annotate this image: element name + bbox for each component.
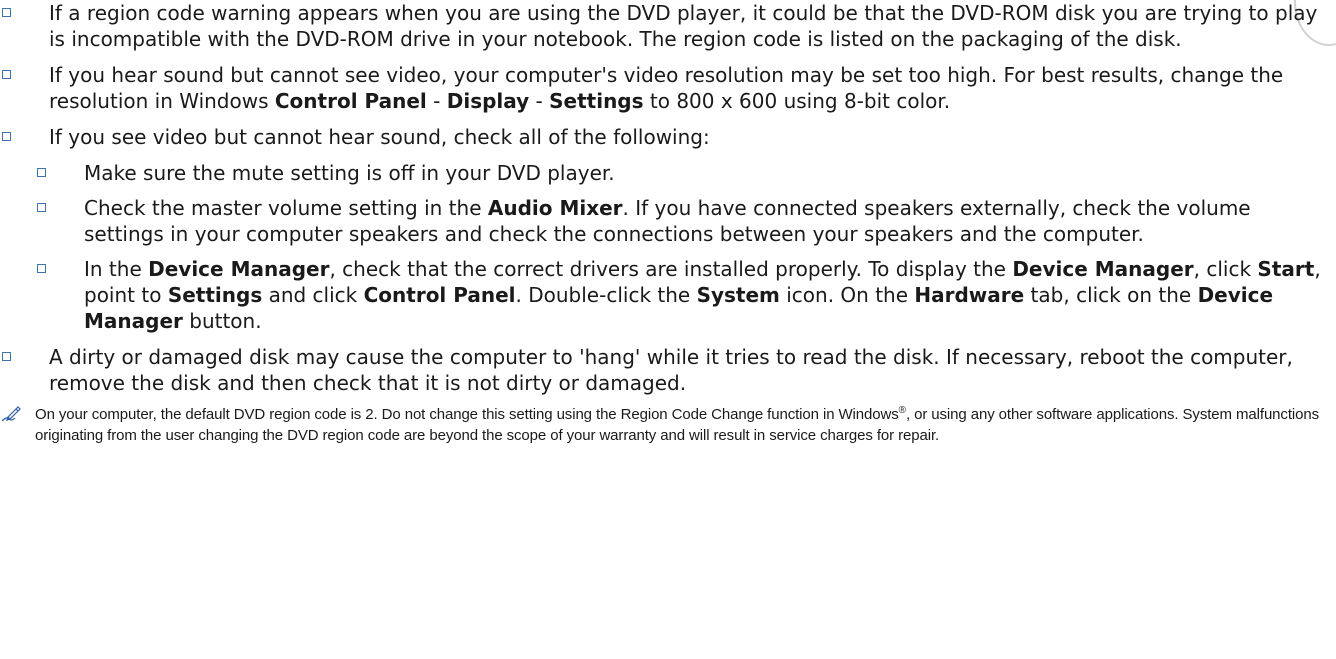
ui-term-system: System xyxy=(696,283,780,307)
checkbox-bullet-icon xyxy=(37,168,46,177)
separator-text: - xyxy=(529,89,550,113)
sub-list-item-text: icon. On the xyxy=(779,283,915,307)
sub-list: Make sure the mute setting is off in you… xyxy=(35,160,1332,334)
pencil-note-icon xyxy=(1,406,21,422)
ui-term-start: Start xyxy=(1257,257,1315,281)
registered-mark: ® xyxy=(898,405,906,416)
ui-term-control-panel: Control Panel xyxy=(363,283,516,307)
checkbox-bullet-icon xyxy=(37,264,46,273)
ui-term-display: Display xyxy=(446,89,530,113)
ui-term-settings: Settings xyxy=(167,283,263,307)
sub-list-item-text: button. xyxy=(182,309,262,333)
sub-list-item-text: , click xyxy=(1193,257,1258,281)
ui-term-control-panel: Control Panel xyxy=(274,89,427,113)
sub-list-item-text: Make sure the mute setting is off in you… xyxy=(84,161,615,185)
sub-list-item-text: and click xyxy=(262,283,364,307)
list-item-text: to 800 x 600 using 8-bit color. xyxy=(643,89,951,113)
checkbox-bullet-icon xyxy=(2,70,11,79)
separator-text: - xyxy=(426,89,447,113)
list-item-text: If a region code warning appears when yo… xyxy=(49,1,1318,51)
sub-list-item-text: In the xyxy=(84,257,149,281)
note-paragraph: On your computer, the default DVD region… xyxy=(0,404,1336,446)
checkbox-bullet-icon xyxy=(2,8,11,17)
ui-term-device-manager: Device Manager xyxy=(1012,257,1194,281)
checkbox-bullet-icon xyxy=(37,203,46,212)
sub-list-item-text: , check that the correct drivers are ins… xyxy=(329,257,1013,281)
list-item: If you hear sound but cannot see video, … xyxy=(0,62,1336,114)
list-item-text: If you see video but cannot hear sound, … xyxy=(49,125,710,149)
list-item: If you see video but cannot hear sound, … xyxy=(0,124,1336,334)
sub-list-item-text: tab, click on the xyxy=(1024,283,1198,307)
list-item-text: A dirty or damaged disk may cause the co… xyxy=(49,345,1293,395)
sub-list-item: Check the master volume setting in the A… xyxy=(35,195,1332,247)
sub-list-item: In the Device Manager, check that the co… xyxy=(35,256,1332,334)
sub-list-item-text: Check the master volume setting in the xyxy=(84,196,488,220)
list-item: A dirty or damaged disk may cause the co… xyxy=(0,344,1336,396)
checkbox-bullet-icon xyxy=(2,352,11,361)
ui-term-settings: Settings xyxy=(549,89,644,113)
checkbox-bullet-icon xyxy=(2,132,11,141)
note-text: On your computer, the default DVD region… xyxy=(35,406,899,423)
sub-list-item-text: . Double-click the xyxy=(515,283,697,307)
sub-list-item: Make sure the mute setting is off in you… xyxy=(35,160,1332,186)
ui-term-device-manager: Device Manager xyxy=(148,257,330,281)
list-item: If a region code warning appears when yo… xyxy=(0,0,1336,52)
ui-term-hardware: Hardware xyxy=(914,283,1025,307)
document-page: If a region code warning appears when yo… xyxy=(0,0,1336,446)
ui-term-audio-mixer: Audio Mixer xyxy=(487,196,623,220)
troubleshooting-list: If a region code warning appears when yo… xyxy=(0,0,1336,396)
